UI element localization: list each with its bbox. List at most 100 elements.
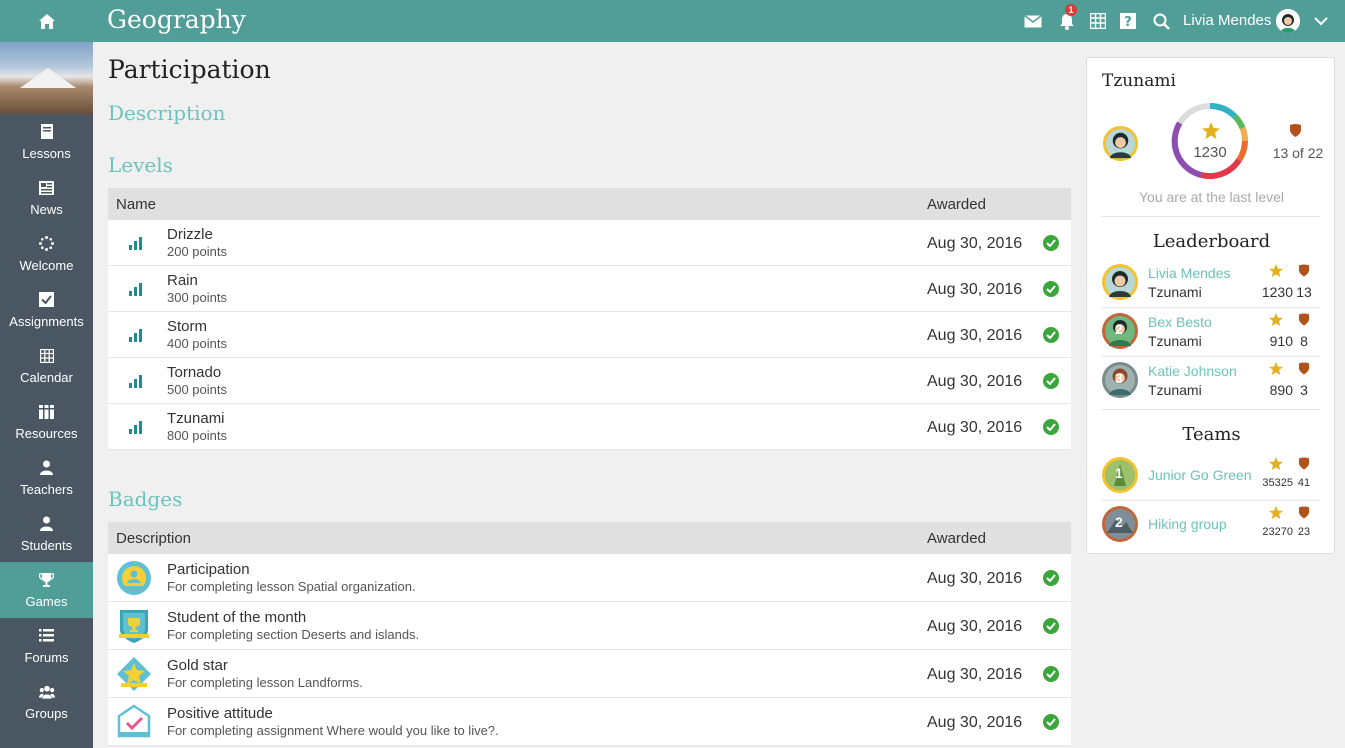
levels-table-header: Name Awarded xyxy=(108,188,1071,220)
calendar-button[interactable] xyxy=(1088,11,1108,31)
star-icon xyxy=(1269,313,1283,326)
level-bars-icon xyxy=(129,421,142,434)
total-points: 1230 xyxy=(1193,144,1227,161)
notification-count-badge: 1 xyxy=(1065,4,1077,16)
team-badges: 23 xyxy=(1297,526,1311,538)
sidebar-item-resources[interactable]: Resources xyxy=(0,394,93,450)
sidebar-item-students[interactable]: Students xyxy=(0,506,93,562)
badges-table: Description Awarded Participation For co… xyxy=(108,522,1071,746)
rank-number: 2 xyxy=(1115,321,1123,337)
leaderboard-points: 910 xyxy=(1269,333,1293,349)
sidebar: Lessons News Welcome Assignments Calenda… xyxy=(0,42,93,748)
badge-description: For completing lesson Spatial organizati… xyxy=(167,579,416,594)
sidebar-item-teachers[interactable]: Teachers xyxy=(0,450,93,506)
awarded-date: Aug 30, 2016 xyxy=(927,666,1023,683)
badge-name: Gold star xyxy=(167,657,228,674)
leaderboard-badges: 8 xyxy=(1300,333,1308,349)
sidebar-item-calendar[interactable]: Calendar xyxy=(0,338,93,394)
teams-heading: Teams xyxy=(1182,424,1241,445)
sidebar-item-groups[interactable]: Groups xyxy=(0,674,93,730)
top-bar: Geography 1 ? Livia Mendes xyxy=(0,0,1345,42)
avatar xyxy=(1102,264,1138,300)
home-button[interactable] xyxy=(0,0,93,42)
sidebar-item-lessons[interactable]: Lessons xyxy=(0,114,93,170)
notifications-button[interactable]: 1 xyxy=(1057,4,1077,31)
calendar-icon xyxy=(39,348,55,364)
user-name[interactable]: Livia Mendes xyxy=(1183,12,1271,29)
rank-number: 3 xyxy=(1115,370,1123,386)
sidebar-item-label: Welcome xyxy=(19,257,74,273)
level-bars-icon xyxy=(129,329,142,342)
my-avatar xyxy=(1102,125,1139,162)
avatar-icon xyxy=(1276,9,1300,33)
sidebar-item-forums[interactable]: Forums xyxy=(0,618,93,674)
sidebar-item-label: Lessons xyxy=(22,145,71,161)
search-icon xyxy=(1153,13,1170,30)
badge-description: For completing lesson Landforms. xyxy=(167,675,363,690)
column-header-name: Name xyxy=(116,196,157,213)
check-icon xyxy=(1043,666,1059,682)
mail-button[interactable] xyxy=(1023,11,1043,31)
sidebar-item-assignments[interactable]: Assignments xyxy=(0,282,93,338)
leaderboard-points: 890 xyxy=(1269,382,1293,398)
leaderboard-name[interactable]: Bex Besto xyxy=(1148,314,1212,330)
user-avatar[interactable] xyxy=(1276,9,1300,33)
help-icon: ? xyxy=(1120,13,1136,29)
description-heading: Description xyxy=(108,101,226,125)
check-icon xyxy=(1043,618,1059,634)
level-progress-ring xyxy=(1171,103,1249,180)
sidebar-item-games[interactable]: Games xyxy=(0,562,93,618)
leaderboard-row[interactable]: 2 Bex Besto Tzunami 910 8 xyxy=(1101,307,1320,356)
team-name[interactable]: Hiking group xyxy=(1148,516,1227,532)
sidebar-item-label: Teachers xyxy=(20,481,73,497)
star-icon xyxy=(1269,264,1283,277)
leaderboard-name[interactable]: Livia Mendes xyxy=(1148,265,1231,281)
team-badges: 41 xyxy=(1297,477,1311,489)
calendar-grid-icon xyxy=(1090,13,1106,29)
awarded-date: Aug 30, 2016 xyxy=(927,235,1023,252)
rank-number: 1 xyxy=(1115,465,1123,481)
leaderboard-badges: 13 xyxy=(1296,284,1312,300)
star-icon xyxy=(1269,457,1283,470)
leaderboard-row[interactable]: 3 Katie Johnson Tzunami 890 3 xyxy=(1101,356,1320,405)
team-name[interactable]: Junior Go Green xyxy=(1148,467,1252,483)
leaderboard-row[interactable]: Livia Mendes Tzunami 1230 13 xyxy=(1101,258,1320,307)
sidebar-item-label: Assignments xyxy=(9,313,84,329)
help-button[interactable]: ? xyxy=(1118,11,1138,31)
level-name: Storm xyxy=(167,318,208,335)
table-row: Drizzle 200 points Aug 30, 2016 xyxy=(108,220,1071,266)
table-row: Gold star For completing lesson Landform… xyxy=(108,650,1071,698)
app-title: Geography xyxy=(107,5,246,34)
team-row[interactable]: 2 Hiking group 23270 23 xyxy=(1101,500,1320,549)
trophy-icon xyxy=(39,572,55,588)
trophy-badge-icon xyxy=(119,610,149,643)
book-icon xyxy=(39,124,55,140)
leaderboard-level: Tzunami xyxy=(1148,382,1202,398)
sidebar-item-label: Calendar xyxy=(20,369,73,385)
team-points: 23270 xyxy=(1262,526,1293,538)
team-row[interactable]: 1 Junior Go Green 35325 41 xyxy=(1101,451,1320,500)
leaderboard-badges: 3 xyxy=(1300,382,1308,398)
user-menu-toggle[interactable] xyxy=(1311,11,1331,31)
leaderboard-name[interactable]: Katie Johnson xyxy=(1148,363,1237,379)
level-points: 300 points xyxy=(167,290,227,305)
progress-panel: Tzunami 1230 13 of 22 You are at the las… xyxy=(1086,57,1335,554)
sidebar-item-welcome[interactable]: Welcome xyxy=(0,226,93,282)
level-points: 500 points xyxy=(167,382,227,397)
checklist-icon xyxy=(39,292,55,308)
sidebar-item-news[interactable]: News xyxy=(0,170,93,226)
badges-earned-count: 13 of 22 xyxy=(1272,145,1324,161)
awarded-date: Aug 30, 2016 xyxy=(927,419,1023,436)
sidebar-item-label: Students xyxy=(20,537,73,553)
column-header-description: Description xyxy=(116,530,192,547)
list-icon xyxy=(39,628,55,644)
shield-icon xyxy=(1298,264,1310,277)
search-button[interactable] xyxy=(1151,11,1171,31)
group-icon xyxy=(38,684,55,700)
user-icon xyxy=(39,516,55,532)
points-star-icon xyxy=(1202,122,1220,139)
levels-heading: Levels xyxy=(108,153,173,177)
level-bars-icon xyxy=(129,237,142,250)
awarded-date: Aug 30, 2016 xyxy=(927,373,1023,390)
table-row: Storm 400 points Aug 30, 2016 xyxy=(108,312,1071,358)
